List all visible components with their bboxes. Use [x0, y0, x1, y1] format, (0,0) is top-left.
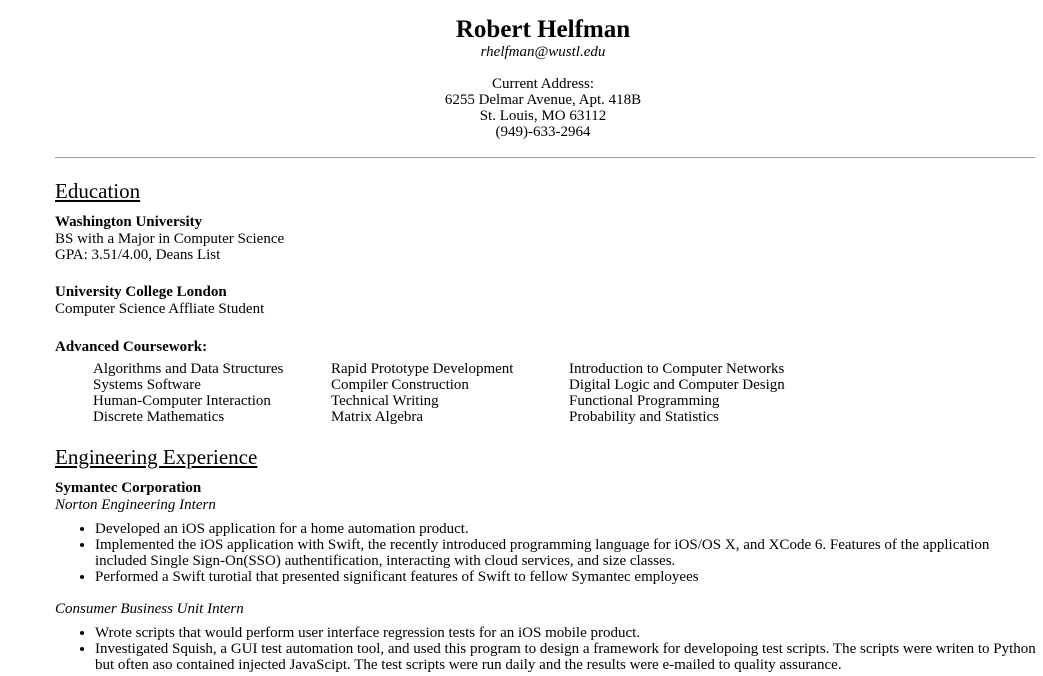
role-bullet-list: Developed an iOS application for a home …: [55, 521, 1040, 585]
course-item: Human-Computer Interaction: [93, 393, 271, 409]
email-text: rhelfman@wustl.edu: [480, 44, 606, 60]
course-item: Technical Writing: [331, 393, 439, 409]
course-item: Introduction to Computer Networks: [569, 361, 785, 377]
list-item: Investigated Squish, a GUI test automati…: [95, 641, 1040, 673]
course-item: Matrix Algebra: [331, 409, 424, 425]
school-detail-line: Computer Science Affliate Student: [55, 301, 265, 317]
degree-line: BS with a Major in Computer Science: [55, 231, 285, 247]
course-item: Digital Logic and Computer Design: [569, 377, 785, 393]
resume-page: Robert Helfman rhelfman@wustl.edu Curren…: [0, 0, 1043, 676]
list-item: Wrote scripts that would perform user in…: [95, 625, 1040, 641]
street-address: 6255 Delmar Avenue, Apt. 418B: [444, 92, 642, 108]
role-bullet-list: Wrote scripts that would perform user in…: [55, 625, 1040, 673]
resume-name: Robert Helfman: [455, 16, 631, 43]
coursework-column: Introduction to Computer Networks Digita…: [569, 361, 785, 425]
gpa-line: GPA: 3.51/4.00, Deans List: [55, 247, 221, 263]
coursework-column: Rapid Prototype Development Compiler Con…: [331, 361, 513, 425]
course-item: Discrete Mathematics: [93, 409, 225, 425]
course-item: Probability and Statistics: [569, 409, 719, 425]
course-item: Compiler Construction: [331, 377, 469, 393]
phone-number: (949)-633-2964: [495, 124, 591, 140]
role-title: Consumer Business Unit Intern: [55, 601, 244, 617]
coursework-column: Algorithms and Data Structures Systems S…: [93, 361, 283, 425]
course-item: Rapid Prototype Development: [331, 361, 514, 377]
course-item: Functional Programming: [569, 393, 720, 409]
company-name: Symantec Corporation: [55, 480, 202, 496]
experience-heading: Engineering Experience: [55, 445, 258, 469]
role-title: Norton Engineering Intern: [55, 497, 216, 513]
school-name: University College London: [55, 284, 227, 300]
list-item: Performed a Swift turotial that presente…: [95, 569, 1040, 585]
horizontal-rule: [55, 157, 1035, 158]
coursework-heading: Advanced Coursework:: [55, 339, 208, 355]
course-item: Systems Software: [93, 377, 201, 393]
school-name: Washington University: [55, 214, 203, 230]
address-label: Current Address:: [491, 76, 595, 92]
contact-address: Current Address: 6255 Delmar Avenue, Apt…: [0, 76, 1043, 140]
education-heading: Education: [55, 179, 141, 203]
list-item: Developed an iOS application for a home …: [95, 521, 1040, 537]
list-item: Implemented the iOS application with Swi…: [95, 537, 1040, 569]
course-item: Algorithms and Data Structures: [93, 361, 284, 377]
city-state-zip: St. Louis, MO 63112: [479, 108, 607, 124]
